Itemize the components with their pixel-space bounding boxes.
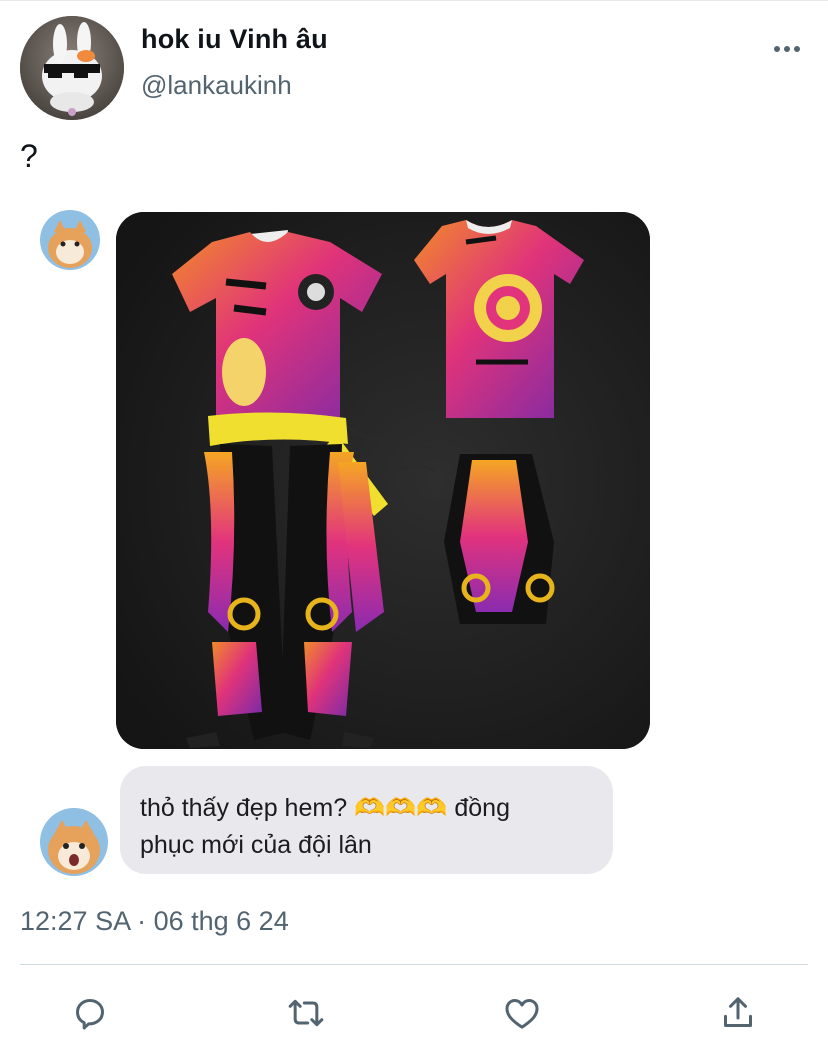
uniform-photo[interactable] [116,212,650,749]
rabbit-avatar-image [20,16,124,120]
chat-message-bubble: thỏ thấy đẹp hem? 🫶🫶🫶 đồng phục mới của … [120,766,613,874]
chat-message-line-2: phục mới của đội lân [140,831,372,859]
share-icon[interactable] [710,985,766,1041]
more-horizontal-icon[interactable] [770,36,804,62]
action-bar [0,985,828,1041]
chat-message-line-1: thỏ thấy đẹp hem? 🫶🫶🫶 đồng [140,794,510,822]
tweet-timestamp[interactable]: 12:27 SA · 06 thg 6 24 [20,906,289,937]
user-handle[interactable]: @lankaukinh [141,70,292,101]
retweet-icon[interactable] [278,985,334,1041]
actions-divider [20,964,808,965]
author-avatar[interactable] [20,16,124,120]
reply-icon[interactable] [62,985,118,1041]
heart-icon[interactable] [494,985,550,1041]
tweet-text: ? [20,138,38,174]
chat-sender-avatar [40,210,100,270]
display-name[interactable]: hok iu Vinh âu [141,24,328,55]
top-divider [0,0,828,1]
chat-sender-avatar-2 [40,808,108,876]
